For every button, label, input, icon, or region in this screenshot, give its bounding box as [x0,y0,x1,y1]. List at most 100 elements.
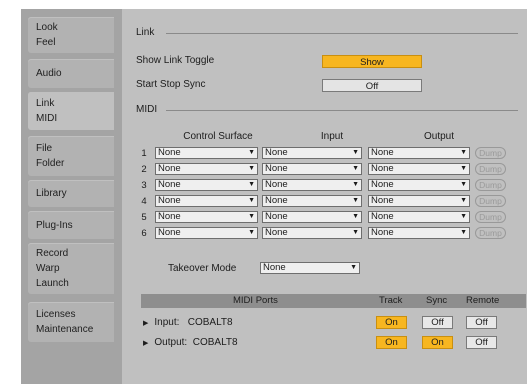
midi-row-number: 1 [141,148,147,159]
input-column-header: Input [320,131,344,142]
dropdown-arrow-icon: ▼ [352,229,359,236]
dropdown-arrow-icon: ▼ [352,149,359,156]
select-value: None [263,262,286,273]
dump-button[interactable]: Dump [475,211,506,223]
input-select[interactable]: None ▼ [262,195,362,207]
input-select[interactable]: None ▼ [262,147,362,159]
select-value: None [371,195,394,206]
select-value: None [371,163,394,174]
dump-button[interactable]: Dump [475,179,506,191]
show-link-toggle-button[interactable]: Show [322,55,422,68]
control-surface-select[interactable]: None ▼ [155,163,258,175]
dropdown-arrow-icon: ▼ [460,165,467,172]
sidebar-tab-licenses-maintenance[interactable]: Licenses Maintenance [28,302,114,342]
start-stop-sync-label: Start Stop Sync [136,79,206,90]
start-stop-sync-button[interactable]: Off [322,79,422,92]
midi-port-label: Output: COBALT8 [154,337,238,348]
midi-section-title: MIDI [136,104,158,115]
control-surface-select[interactable]: None ▼ [155,195,258,207]
dropdown-arrow-icon: ▼ [460,213,467,220]
input-select[interactable]: None ▼ [262,179,362,191]
dropdown-arrow-icon: ▼ [460,229,467,236]
input-sync-toggle[interactable]: Off [422,316,453,329]
sidebar-tab-label: Warp [36,263,60,274]
sidebar-tab-label: File [36,143,53,154]
expand-triangle-icon[interactable]: ▶ [143,340,148,347]
output-remote-toggle[interactable]: Off [466,336,497,349]
sidebar-tab-label: Record [36,248,69,259]
midi-row-number: 5 [141,212,147,223]
dump-button[interactable]: Dump [475,147,506,159]
dropdown-arrow-icon: ▼ [352,165,359,172]
output-select[interactable]: None ▼ [368,147,470,159]
input-track-toggle[interactable]: On [376,316,407,329]
control-surface-select[interactable]: None ▼ [155,147,258,159]
input-select[interactable]: None ▼ [262,211,362,223]
control-surface-select[interactable]: None ▼ [155,211,258,223]
sidebar-tab-record-warp-launch[interactable]: Record Warp Launch [28,243,114,294]
output-track-toggle[interactable]: On [376,336,407,349]
section-divider [166,33,518,34]
show-link-toggle-label: Show Link Toggle [136,55,215,66]
dropdown-arrow-icon: ▼ [352,213,359,220]
select-value: None [265,163,288,174]
select-value: None [158,163,181,174]
dropdown-arrow-icon: ▼ [248,149,255,156]
select-value: None [371,211,394,222]
output-select[interactable]: None ▼ [368,227,470,239]
dropdown-arrow-icon: ▼ [352,197,359,204]
sidebar-tab-label: Maintenance [36,324,94,335]
sidebar-tab-label: Link [36,98,55,109]
sidebar-tab-plug-ins[interactable]: Plug-Ins [28,211,114,239]
dump-button[interactable]: Dump [475,227,506,239]
select-value: None [371,147,394,158]
dropdown-arrow-icon: ▼ [248,197,255,204]
sidebar-tab-label: Launch [36,278,69,289]
dropdown-arrow-icon: ▼ [248,165,255,172]
output-select[interactable]: None ▼ [368,163,470,175]
sidebar-tab-label: Look [36,22,58,33]
sidebar-tab-label: Plug-Ins [36,219,73,231]
select-value: None [158,227,181,238]
sidebar-tab-look-feel[interactable]: Look Feel [28,17,114,53]
midi-ports-header: MIDI Ports Track Sync Remote [141,294,526,308]
takeover-mode-label: Takeover Mode [168,263,237,274]
control-surface-column-header: Control Surface [183,131,253,142]
control-surface-select[interactable]: None ▼ [155,227,258,239]
dropdown-arrow-icon: ▼ [460,197,467,204]
input-select[interactable]: None ▼ [262,163,362,175]
preferences-sidebar: Look Feel Audio Link MIDI File Folder Li… [21,9,118,384]
select-value: None [265,195,288,206]
sidebar-tab-label: Library [36,188,67,199]
midi-row-number: 4 [141,196,147,207]
midi-port-input-row[interactable]: ▶ Input: COBALT8 [143,317,233,328]
output-select[interactable]: None ▼ [368,211,470,223]
track-column-header: Track [379,295,403,306]
select-value: None [265,179,288,190]
control-surface-select[interactable]: None ▼ [155,179,258,191]
output-select[interactable]: None ▼ [368,179,470,191]
midi-row-number: 3 [141,180,147,191]
sidebar-tab-label: Feel [36,37,56,48]
remote-column-header: Remote [466,295,500,306]
sidebar-tab-audio[interactable]: Audio [28,59,114,88]
takeover-mode-select[interactable]: None ▼ [260,262,360,274]
sidebar-tab-label: Folder [36,158,65,169]
dump-button[interactable]: Dump [475,195,506,207]
midi-port-output-row[interactable]: ▶ Output: COBALT8 [143,337,238,348]
dropdown-arrow-icon: ▼ [460,149,467,156]
input-remote-toggle[interactable]: Off [466,316,497,329]
dropdown-arrow-icon: ▼ [350,264,357,271]
select-value: None [158,195,181,206]
output-sync-toggle[interactable]: On [422,336,453,349]
dropdown-arrow-icon: ▼ [248,213,255,220]
expand-triangle-icon[interactable]: ▶ [143,320,148,327]
input-select[interactable]: None ▼ [262,227,362,239]
sidebar-tab-link-midi[interactable]: Link MIDI [28,92,114,130]
sidebar-tab-file-folder[interactable]: File Folder [28,136,114,176]
sidebar-tab-library[interactable]: Library [28,180,114,207]
dump-button[interactable]: Dump [475,163,506,175]
output-select[interactable]: None ▼ [368,195,470,207]
select-value: None [158,211,181,222]
dropdown-arrow-icon: ▼ [248,229,255,236]
